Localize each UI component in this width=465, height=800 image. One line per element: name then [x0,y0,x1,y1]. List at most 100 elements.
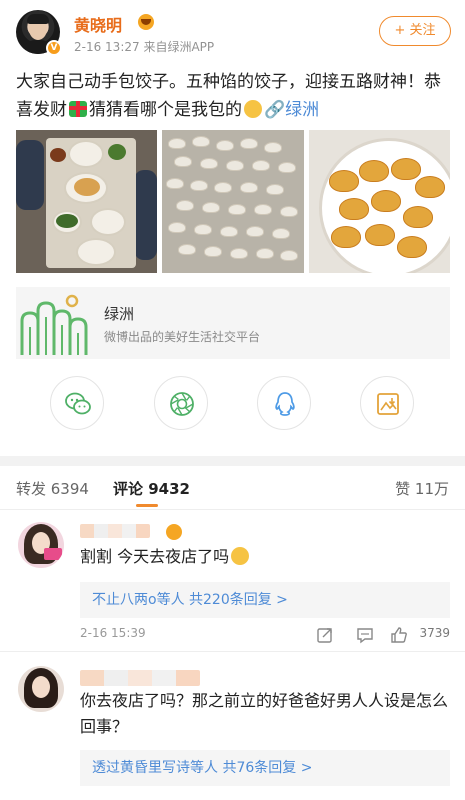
tab-reposts[interactable]: 转发 6394 [16,478,89,499]
comment-text: 你去夜店了吗？那之前立的好爸爸好男人人设是怎么回事？ [80,691,449,736]
dumpling [226,160,244,171]
dumpling [280,206,298,217]
person-arm [134,170,157,260]
share-card-description: 微博出品的美好生活社交平台 [104,330,261,344]
comment-item: 你去夜店了吗？那之前立的好爸爸好男人人设是怎么回事？ 透过黄昏里写诗等人 共76… [0,658,465,800]
tab-comments[interactable]: 评论 9432 [113,478,190,499]
oasis-link[interactable]: 🔗绿洲 [264,100,319,120]
comment-text-content: 割割 今天去夜店了吗 [80,547,230,566]
comment-footer: 2-16 15:39 3739 [80,626,450,644]
sad-emoji-icon [244,100,262,118]
save-image-icon [377,393,399,415]
commenter-avatar[interactable] [18,666,64,712]
share-qq-button[interactable] [257,376,311,430]
bowl [76,238,116,266]
blurred-commenter-name[interactable] [80,670,200,686]
fried-dumpling [331,226,361,248]
gift-emoji-icon [69,101,87,117]
dumpling [240,138,258,149]
dumpling [178,244,196,255]
share-moments-button[interactable] [154,376,208,430]
comment-item: 割割 今天去夜店了吗 不止八两o等人 共220条回复 > 2-16 15:39 … [0,514,465,649]
fried-dumpling [415,176,445,198]
post-meta: 2-16 13:27 来自绿洲APP [74,40,215,54]
fried-dumpling [365,224,395,246]
blurred-commenter-name[interactable] [80,524,150,538]
oasis-logo-icon [20,294,88,355]
fried-dumpling [391,158,421,180]
verified-badge-icon: V [46,40,62,56]
fried-dumpling [397,236,427,258]
comment-icon[interactable] [356,626,374,644]
shocked-emoji-icon [231,547,250,565]
fried-dumpling [359,160,389,182]
comment-like-count: 3739 [419,626,450,640]
dumpling [264,142,282,153]
dumpling [228,204,246,215]
active-tab-indicator [136,504,158,507]
dumpling [254,204,272,215]
dumpling [216,140,234,151]
post-tabs: 转发 6394 评论 9432 赞 11万 [0,466,465,510]
dumpling [220,226,238,237]
bowl [90,208,126,236]
dumpling [200,158,218,169]
food [56,214,78,228]
avatar-hair [27,14,49,24]
fried-dumpling [339,198,369,220]
dumpling [256,248,274,259]
avatar-face [32,676,50,698]
person-arm [16,140,44,210]
tab-likes[interactable]: 赞 11万 [395,478,449,499]
fried-dumpling [329,170,359,192]
repost-icon[interactable] [316,626,334,644]
photo-fried-dumplings[interactable] [309,130,450,273]
dumpling [168,138,186,149]
dumpling [266,184,284,195]
dumpling [280,250,298,261]
dumpling [176,200,194,211]
author-name[interactable]: 黄晓明 [74,12,122,36]
post-header: V 黄晓明 2-16 13:27 来自绿洲APP + 关注 [0,0,465,62]
member-badge-icon [166,524,182,540]
member-badge-icon [138,14,154,30]
dumpling [278,162,296,173]
post-text: 大家自己动手包饺子。五种馅的饺子，迎接五路财神！恭喜发财 猜猜看哪个是我包的 🔗绿洲 [16,68,452,124]
share-card-title: 绿洲 [104,305,135,323]
dumpling [166,178,184,189]
post-text-part2: 猜猜看哪个是我包的 [89,100,242,120]
save-image-button[interactable] [360,376,414,430]
dumpling [272,228,290,239]
food [74,178,100,196]
photo-raw-dumplings[interactable] [162,130,304,273]
dumpling [214,182,232,193]
fried-dumpling [403,206,433,228]
commenter-avatar[interactable] [18,522,64,568]
replies-link[interactable]: 不止八两o等人 共220条回复 > [80,582,450,618]
moments-icon [170,392,194,416]
follow-button[interactable]: + 关注 [379,16,451,46]
share-wechat-button[interactable] [50,376,104,430]
dumpling [202,202,220,213]
like-thumb-icon[interactable] [390,626,408,644]
photo-dinner-table[interactable] [16,130,157,273]
dumpling [240,182,258,193]
dumpling [230,248,248,259]
wechat-icon [65,392,91,415]
avatar-tag [44,548,62,560]
dumpling [190,180,208,191]
section-divider [0,456,465,466]
bowl [68,140,104,168]
oasis-share-card[interactable]: 绿洲 微博出品的美好生活社交平台 [16,287,450,359]
dumpling [168,222,186,233]
qq-icon [275,392,295,416]
photo-grid [16,130,450,273]
fried-dumpling [371,190,401,212]
dumpling [194,224,212,235]
comment-divider [0,651,465,652]
comment-text: 割割 今天去夜店了吗 [80,544,450,570]
comment-time: 2-16 15:39 [80,626,146,640]
replies-link[interactable]: 透过黄昏里写诗等人 共76条回复 > [80,750,450,786]
food [50,148,66,162]
dumpling [174,156,192,167]
